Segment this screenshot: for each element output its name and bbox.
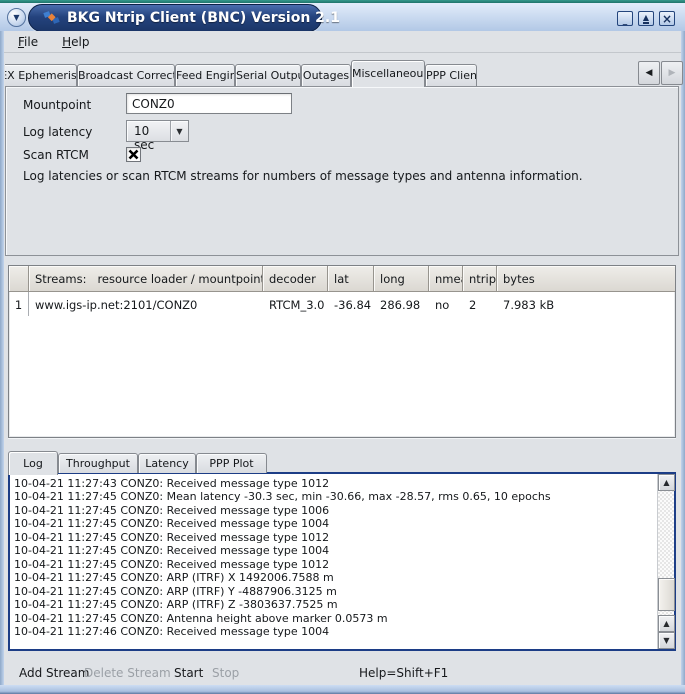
bnc-window: ▼ BKG Ntrip Client (BNC) Version 2.1 _ ▲…: [0, 0, 685, 694]
window-frame-bottom: [0, 685, 685, 694]
tab-scroll-left-icon: ◀: [646, 68, 653, 78]
app-icon: [43, 10, 60, 26]
log-line: 10-04-21 11:27:43 CONZ0: Received messag…: [14, 477, 652, 490]
log-line: 10-04-21 11:27:45 CONZ0: Received messag…: [14, 517, 652, 530]
minimize-icon: _: [623, 19, 628, 23]
cell-bytes[interactable]: 7.983 kB: [497, 292, 675, 316]
checkmark-cross-icon: [128, 149, 139, 160]
close-button[interactable]: ×: [659, 11, 675, 26]
scroll-up-icon: ▲: [663, 478, 669, 487]
header-nmea: nmea: [429, 266, 463, 292]
cell-lat[interactable]: -36.84: [328, 292, 374, 316]
log-line: 10-04-21 11:27:45 CONZ0: Received messag…: [14, 544, 652, 557]
tab-outages[interactable]: Outages: [301, 64, 351, 87]
log-line: 10-04-21 11:27:45 CONZ0: ARP (ITRF) X 14…: [14, 571, 652, 584]
log-lines: 10-04-21 11:27:43 CONZ0: Received messag…: [14, 477, 652, 647]
tab-broadcast-corrections[interactable]: Broadcast Corrections: [77, 64, 175, 87]
start-button[interactable]: Start: [174, 666, 203, 680]
header-lat: lat: [328, 266, 374, 292]
minimize-button[interactable]: _: [617, 11, 633, 26]
scroll-up-button-bottom[interactable]: ▲: [658, 615, 675, 632]
log-output[interactable]: 10-04-21 11:27:43 CONZ0: Received messag…: [8, 472, 676, 651]
add-stream-button[interactable]: Add Stream: [19, 666, 89, 680]
log-latency-value: 10 sec: [127, 121, 170, 141]
scrollbar-thumb[interactable]: [658, 578, 675, 611]
mountpoint-input[interactable]: [126, 93, 292, 114]
cell-mountpoint[interactable]: www.igs-ip.net:2101/CONZ0: [29, 292, 263, 316]
window-title: BKG Ntrip Client (BNC) Version 2.1: [67, 10, 340, 26]
action-bar: Add Stream Delete Stream Start Stop Help…: [4, 662, 681, 685]
log-scrollbar[interactable]: ▲ ▲ ▼: [657, 474, 674, 649]
log-line: 10-04-21 11:27:45 CONZ0: Antenna height …: [14, 612, 652, 625]
log-latency-select[interactable]: 10 sec ▼: [126, 120, 189, 142]
header-ntrip: ntrip: [463, 266, 497, 292]
chevron-down-icon: ▼: [170, 121, 188, 141]
log-latency-label: Log latency: [23, 125, 92, 139]
scroll-up-icon: ▲: [663, 619, 669, 628]
log-line: 10-04-21 11:27:45 CONZ0: ARP (ITRF) Y -4…: [14, 585, 652, 598]
tab-ppp-client[interactable]: PPP Client: [425, 64, 477, 87]
cell-long[interactable]: 286.98: [374, 292, 429, 316]
stop-button[interactable]: Stop: [212, 666, 239, 680]
row-number: 1: [9, 292, 29, 316]
window-frame-left: [0, 30, 4, 694]
menu-help[interactable]: Help: [58, 34, 93, 50]
scroll-up-button[interactable]: ▲: [658, 474, 675, 491]
top-tabbar: NEX EphemerisBroadcast CorrectionsFeed E…: [5, 60, 637, 87]
tab-rinex-ephemeris[interactable]: NEX Ephemeris: [5, 64, 77, 87]
tab-scroll-right-button[interactable]: ▶: [661, 61, 683, 85]
miscellaneous-description: Log latencies or scan RTCM streams for n…: [23, 169, 663, 183]
cell-decoder[interactable]: RTCM_3.0: [263, 292, 328, 316]
log-line: 10-04-21 11:27:45 CONZ0: ARP (ITRF) Z -3…: [14, 598, 652, 611]
title-capsule: BKG Ntrip Client (BNC) Version 2.1: [28, 4, 322, 32]
tab-scroll-right-icon: ▶: [669, 68, 676, 78]
maximize-icon: ▲: [643, 14, 649, 24]
cell-nmea[interactable]: no: [429, 292, 463, 316]
maximize-button[interactable]: ▲: [638, 11, 654, 26]
tab-ppp-plot[interactable]: PPP Plot: [196, 453, 267, 473]
scan-rtcm-checkbox[interactable]: [126, 147, 141, 162]
tab-latency[interactable]: Latency: [138, 453, 196, 473]
tab-miscellaneous[interactable]: Miscellaneous: [351, 60, 425, 87]
bottom-tabbar: LogThroughputLatencyPPP Plot: [8, 450, 267, 474]
log-line: 10-04-21 11:27:46 CONZ0: Received messag…: [14, 625, 652, 638]
header-decoder: decoder: [263, 266, 328, 292]
scroll-down-button[interactable]: ▼: [658, 632, 675, 649]
log-line: 10-04-21 11:27:45 CONZ0: Received messag…: [14, 558, 652, 571]
window-menu-button[interactable]: ▼: [7, 8, 26, 27]
streams-table: Streams: resource loader / mountpoint de…: [8, 265, 676, 438]
miscellaneous-panel: Mountpoint Log latency 10 sec ▼ Scan RTC…: [5, 86, 679, 256]
close-icon: ×: [662, 13, 672, 25]
scan-rtcm-label: Scan RTCM: [23, 148, 89, 162]
header-bytes: bytes: [497, 266, 675, 292]
tab-feed-engine[interactable]: Feed Engine: [175, 64, 235, 87]
header-streams-mountpoint: Streams: resource loader / mountpoint: [29, 266, 263, 292]
help-hint-label: Help=Shift+F1: [359, 666, 448, 680]
caption-buttons: _ ▲ ×: [617, 11, 675, 26]
tab-throughput[interactable]: Throughput: [58, 453, 138, 473]
log-line: 10-04-21 11:27:45 CONZ0: Received messag…: [14, 504, 652, 517]
tab-scroll-left-button[interactable]: ◀: [638, 61, 660, 85]
titlebar[interactable]: ▼ BKG Ntrip Client (BNC) Version 2.1 _ ▲…: [0, 3, 685, 31]
menu-file[interactable]: File: [14, 34, 42, 50]
streams-table-header: Streams: resource loader / mountpoint de…: [9, 266, 675, 292]
tab-log[interactable]: Log: [8, 451, 58, 475]
menubar: File Help: [4, 31, 681, 53]
cell-ntrip[interactable]: 2: [463, 292, 497, 316]
window-frame-right: [681, 30, 685, 694]
scroll-down-icon: ▼: [663, 636, 669, 645]
log-line: 10-04-21 11:27:45 CONZ0: Mean latency -3…: [14, 490, 652, 503]
mountpoint-label: Mountpoint: [23, 98, 91, 112]
table-row[interactable]: 1 www.igs-ip.net:2101/CONZ0 RTCM_3.0 -36…: [9, 292, 675, 316]
header-row-number: [9, 266, 29, 292]
log-line: 10-04-21 11:27:45 CONZ0: Received messag…: [14, 531, 652, 544]
tab-serial-output[interactable]: Serial Output: [235, 64, 301, 87]
header-long: long: [374, 266, 429, 292]
delete-stream-button[interactable]: Delete Stream: [84, 666, 171, 680]
window-menu-arrow-icon: ▼: [13, 14, 19, 22]
